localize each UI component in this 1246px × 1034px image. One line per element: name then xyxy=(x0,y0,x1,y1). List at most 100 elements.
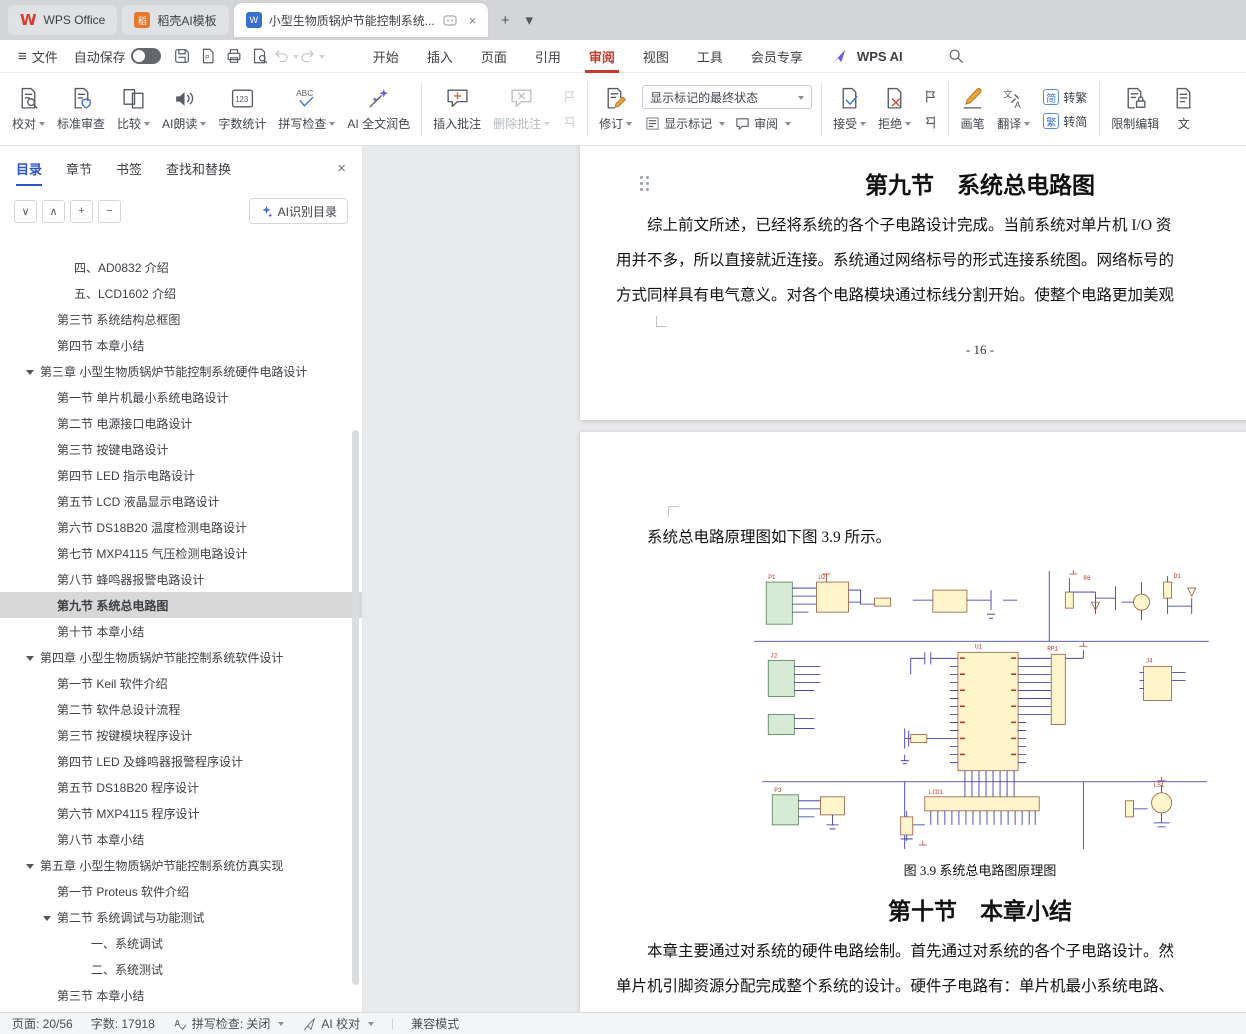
toc-item[interactable]: 第六节 MXP4115 程序设计 xyxy=(0,800,362,826)
page-indicator[interactable]: 页面: 20/56 xyxy=(12,1015,73,1032)
undo-button[interactable] xyxy=(273,43,299,69)
standard-review-button[interactable]: 标准审查 xyxy=(51,77,111,141)
toc-item[interactable]: 一、系统调试 xyxy=(0,930,362,956)
panel-tab-toc[interactable]: 目录 xyxy=(16,159,42,178)
toc-item[interactable]: 第四节 LED 及蜂鸣器报警程序设计 xyxy=(0,748,362,774)
sidebar-scrollbar[interactable] xyxy=(352,430,359,985)
tab-view[interactable]: 视图 xyxy=(629,40,683,73)
next-change-button[interactable] xyxy=(920,112,940,132)
show-markup-button[interactable]: 显示标记 xyxy=(642,114,728,133)
word-count-button[interactable]: 123 字数统计 xyxy=(212,77,272,141)
toc-item[interactable]: 第四节 LED 指示电路设计 xyxy=(0,462,362,488)
toc-item[interactable]: 第三节 按键电路设计 xyxy=(0,436,362,462)
previous-comment-button[interactable] xyxy=(559,86,579,106)
figure-3-9[interactable]: P1U2 R6D1 xyxy=(752,568,1214,856)
collapse-triangle-icon[interactable] xyxy=(43,916,51,925)
toc-item[interactable]: 第七节 MXP4115 气压检测电路设计 xyxy=(0,540,362,566)
expand-all-button[interactable]: ∧ xyxy=(42,200,65,223)
tab-page[interactable]: 页面 xyxy=(467,40,521,73)
tab-start[interactable]: 开始 xyxy=(359,40,413,73)
to-simplified-button[interactable]: 繁 转简 xyxy=(1040,112,1090,131)
toc-item-chapter[interactable]: 第三章 小型生物质锅炉节能控制系统硬件电路设计 xyxy=(0,358,362,384)
toc-item-chapter[interactable]: 第五章 小型生物质锅炉节能控制系统仿真实现 xyxy=(0,852,362,878)
export-pdf-button[interactable]: P xyxy=(195,43,221,69)
proofread-button[interactable]: 校对 xyxy=(6,77,51,141)
toc-item[interactable]: 二、系统测试 xyxy=(0,956,362,982)
tab-list-chevron-icon[interactable]: ▾ xyxy=(517,8,541,32)
tab-review[interactable]: 审阅 xyxy=(575,40,629,73)
template-tab[interactable]: 稻 稻壳AI模板 xyxy=(122,5,228,35)
toc-item[interactable]: 第八节 本章小结 xyxy=(0,826,362,852)
accept-button[interactable]: 接受 xyxy=(827,77,872,141)
toc-item-chapter[interactable]: 第四章 小型生物质锅炉节能控制系统软件设计 xyxy=(0,644,362,670)
panel-tab-find-replace[interactable]: 查找和替换 xyxy=(166,159,231,178)
home-tab[interactable]: W WPS Office xyxy=(8,5,117,35)
tab-wps-ai[interactable]: WPS AI xyxy=(817,40,917,73)
tab-member[interactable]: 会员专享 xyxy=(737,40,817,73)
page-2[interactable]: 系统总电路原理图如下图 3.9 所示。 P1U2 xyxy=(580,432,1246,1012)
autosave-toggle[interactable] xyxy=(131,48,161,64)
next-comment-button[interactable] xyxy=(559,112,579,132)
compare-button[interactable]: 比较 xyxy=(111,77,156,141)
tab-reference[interactable]: 引用 xyxy=(521,40,575,73)
toc-item[interactable]: 第二节 软件总设计流程 xyxy=(0,696,362,722)
ai-read-button[interactable]: AI朗读 xyxy=(156,77,212,141)
decrease-level-button[interactable]: − xyxy=(98,200,121,223)
track-changes-button[interactable]: 修订 xyxy=(593,77,638,141)
toc-item[interactable]: 第六节 DS18B20 温度检测电路设计 xyxy=(0,514,362,540)
close-doc-tab-icon[interactable]: × xyxy=(469,13,477,28)
document-area[interactable]: 第九节 系统总电路图 综上前文所述，已经将系统的各个子电路设计完成。当前系统对单… xyxy=(363,146,1246,1012)
markup-state-select[interactable]: 显示标记的最终状态 xyxy=(642,85,812,109)
word-count-indicator[interactable]: 字数: 17918 xyxy=(91,1015,155,1032)
toc-item[interactable]: 第一节 Proteus 软件介绍 xyxy=(0,878,362,904)
insert-comment-button[interactable]: 插入批注 xyxy=(427,77,487,141)
reject-button[interactable]: 拒绝 xyxy=(872,77,917,141)
toc-item[interactable]: 第三节 本章小结 xyxy=(0,982,362,1008)
toc-item[interactable]: 第一节 Keil 软件介绍 xyxy=(0,670,362,696)
review-pane-button[interactable]: 审阅 xyxy=(732,114,794,133)
search-button[interactable] xyxy=(943,43,969,69)
collapse-triangle-icon[interactable] xyxy=(26,370,34,379)
delete-comment-button[interactable]: 删除批注 xyxy=(487,77,556,141)
print-preview-button[interactable] xyxy=(247,43,273,69)
doc-assistant-icon[interactable] xyxy=(442,12,458,28)
toc-item[interactable]: 第二节 电源接口电路设计 xyxy=(0,410,362,436)
toc-item[interactable]: 第五节 LCD 液晶显示电路设计 xyxy=(0,488,362,514)
ai-recognize-toc-button[interactable]: AI识别目录 xyxy=(249,198,348,224)
toc-item[interactable]: 四、AD0832 介绍 xyxy=(0,254,362,280)
autosave-control[interactable]: 自动保存 xyxy=(66,40,169,73)
increase-level-button[interactable]: + xyxy=(70,200,93,223)
document-tab[interactable]: W 小型生物质锅炉节能控制系统... × xyxy=(234,3,489,37)
save-button[interactable] xyxy=(169,43,195,69)
redo-button[interactable] xyxy=(299,43,325,69)
toc-item[interactable]: 五、LCD1602 介绍 xyxy=(0,280,362,306)
ai-proofread-status[interactable]: AI 校对 xyxy=(302,1015,374,1032)
spellcheck-status[interactable]: 拼写检查: 关闭 xyxy=(173,1015,285,1032)
collapse-triangle-icon[interactable] xyxy=(26,864,34,873)
tab-tools[interactable]: 工具 xyxy=(683,40,737,73)
page-1[interactable]: 第九节 系统总电路图 综上前文所述，已经将系统的各个子电路设计完成。当前系统对单… xyxy=(580,146,1246,420)
collapse-triangle-icon[interactable] xyxy=(26,656,34,665)
toc-item[interactable]: 第八节 蜂鸣器报警电路设计 xyxy=(0,566,362,592)
print-button[interactable] xyxy=(221,43,247,69)
restrict-edit-button[interactable]: 限制编辑 xyxy=(1105,77,1165,141)
brush-button[interactable]: 画笔 xyxy=(954,77,991,141)
toc-item[interactable]: 第一节 单片机最小系统电路设计 xyxy=(0,384,362,410)
toc-item-section[interactable]: 第二节 系统调试与功能测试 xyxy=(0,904,362,930)
toc-item[interactable]: 第四节 本章小结 xyxy=(0,332,362,358)
panel-tab-bookmarks[interactable]: 书签 xyxy=(116,159,142,178)
translate-button[interactable]: 文A 翻译 xyxy=(991,77,1036,141)
ai-polish-button[interactable]: AI 全文润色 xyxy=(341,77,416,141)
to-traditional-button[interactable]: 简 转繁 xyxy=(1040,88,1090,107)
toc-item[interactable]: 第三节 系统结构总框图 xyxy=(0,306,362,332)
toc-item[interactable]: 第五节 DS18B20 程序设计 xyxy=(0,774,362,800)
new-tab-button[interactable]: + xyxy=(493,8,517,32)
clipped-ribbon-button[interactable]: 文 xyxy=(1165,77,1202,141)
spell-check-button[interactable]: ABC 拼写检查 xyxy=(272,77,341,141)
collapse-all-button[interactable]: ∨ xyxy=(14,200,37,223)
file-menu[interactable]: ≡ 文件 xyxy=(10,40,66,73)
previous-change-button[interactable] xyxy=(920,86,940,106)
toc-item[interactable]: 第三节 按键模块程序设计 xyxy=(0,722,362,748)
close-panel-icon[interactable]: × xyxy=(337,160,346,177)
toc-item[interactable]: 第十节 本章小结 xyxy=(0,618,362,644)
